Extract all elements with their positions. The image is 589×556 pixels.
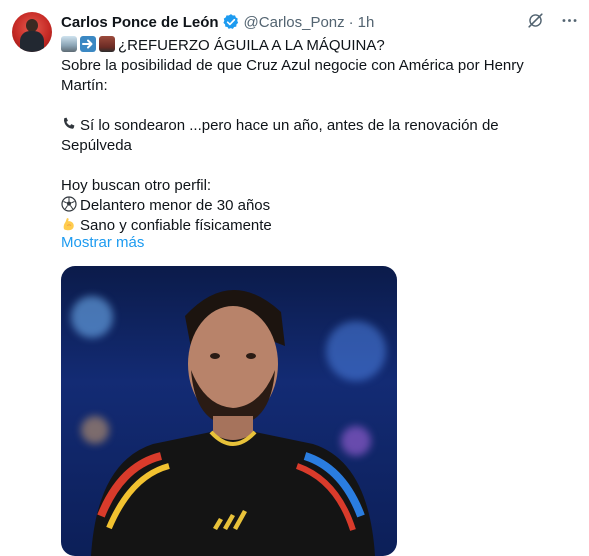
telephone-icon — [61, 116, 77, 132]
verified-badge-icon — [222, 13, 240, 31]
text-line-5-content: Sí lo sondearon ...pero hace un año, ant… — [80, 117, 499, 134]
author-handle[interactable]: @Carlos_Ponz — [244, 14, 345, 31]
separator-dot: · — [348, 13, 354, 31]
grok-icon[interactable] — [525, 10, 545, 30]
text-line-2: Sobre la posibilidad de que Cruz Azul ne… — [61, 57, 524, 74]
text-line-9-content: Delantero menor de 30 años — [80, 197, 271, 214]
text-line-6: Sepúlveda — [61, 137, 132, 154]
header-actions — [525, 10, 579, 30]
text-line-blank-1 — [61, 96, 561, 116]
text-line-blank-2 — [61, 156, 561, 176]
photo-person — [91, 289, 375, 556]
text-line-1: ¿REFUERZO ÁGUILA A LA MÁQUINA? — [61, 36, 561, 56]
avatar-body — [20, 31, 44, 52]
text-line-10-content: Sano y confiable físicamente — [80, 217, 272, 234]
text-line-8: Hoy buscan otro perfil: — [61, 177, 212, 194]
tweet-card: Carlos Ponce de León @Carlos_Ponz · 1h ¿… — [0, 0, 589, 556]
more-options-icon[interactable] — [559, 10, 579, 30]
timestamp[interactable]: 1h — [358, 14, 375, 31]
show-more-link[interactable]: Mostrar más — [61, 234, 144, 251]
author-name[interactable]: Carlos Ponce de León — [61, 14, 219, 31]
text-line-3: Martín: — [61, 77, 108, 94]
tweet-photo[interactable] — [61, 266, 397, 556]
eagle-icon — [61, 36, 77, 52]
soccer-ball-icon — [61, 196, 77, 212]
text-line-5: Sí lo sondearon ...pero hace un año, ant… — [61, 116, 561, 136]
text-line-9: Delantero menor de 30 años — [61, 196, 561, 216]
train-icon — [99, 36, 115, 52]
right-arrow-icon — [80, 36, 96, 52]
tweet-header: Carlos Ponce de León @Carlos_Ponz · 1h — [61, 12, 374, 32]
text-line-10: Sano y confiable físicamente — [61, 216, 561, 236]
avatar[interactable] — [12, 12, 52, 52]
text-line-1-content: ¿REFUERZO ÁGUILA A LA MÁQUINA? — [118, 37, 385, 54]
flexed-biceps-icon — [61, 216, 77, 232]
tweet-text: ¿REFUERZO ÁGUILA A LA MÁQUINA? Sobre la … — [61, 36, 561, 236]
